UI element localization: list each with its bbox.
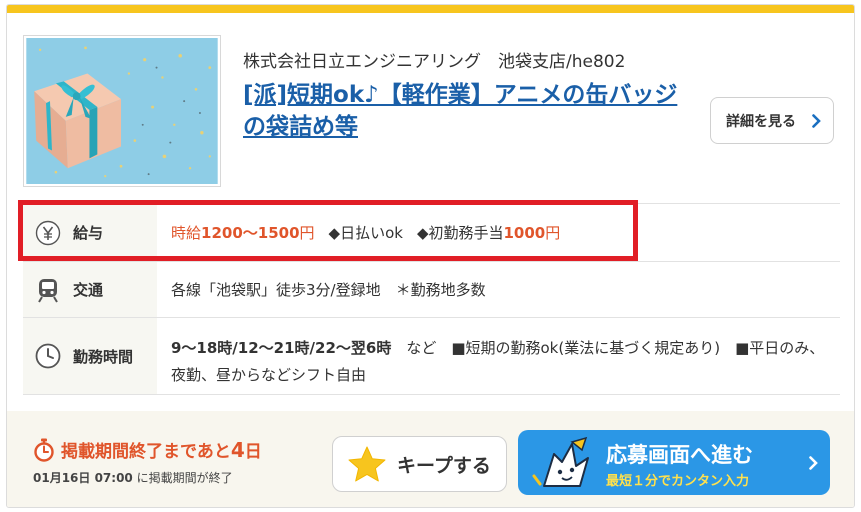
salary-row-head: 給与 — [23, 204, 157, 261]
job-thumbnail[interactable] — [23, 35, 221, 187]
mascot-icon — [532, 436, 589, 487]
hourly-range: 1200〜1500 — [201, 224, 300, 242]
job-card: 株式会社日立エンジニアリング 池袋支店/he802 [派]短期ok♪【軽作業】ア… — [6, 4, 855, 508]
card-footer: 掲載期間終了まであと4日 01月16日 07:00 に掲載期間が終了 キープする… — [7, 411, 854, 507]
access-row-head: 交通 — [23, 262, 157, 317]
hours-value: 9〜18時/12〜21時/22〜翌6時 など ■短期の勤務ok(業法に基づく規定… — [157, 318, 840, 394]
hourly-unit: 円 — [299, 224, 315, 242]
job-info-table: 給与 時給1200〜1500円 ◆日払いok ◆初勤務手当1000円 交通 各線… — [23, 203, 840, 395]
detail-button[interactable]: 詳細を見る — [710, 97, 834, 144]
salary-row: 給与 時給1200〜1500円 ◆日払いok ◆初勤務手当1000円 — [23, 203, 840, 261]
detail-button-label: 詳細を見る — [726, 113, 796, 130]
star-icon — [348, 446, 386, 482]
hourly-prefix: 時給 — [171, 224, 202, 242]
clock-icon — [35, 343, 61, 369]
gift-box-photo-icon — [26, 38, 218, 184]
stopwatch-icon — [34, 438, 54, 462]
hours-label: 勤務時間 — [73, 347, 134, 366]
company-name: 株式会社日立エンジニアリング 池袋支店/he802 — [243, 52, 626, 72]
card-accent-bar — [7, 5, 854, 13]
deadline-text: 掲載期間終了まであと4日 — [61, 437, 262, 462]
access-value: 各線「池袋駅」徒歩3分/登録地 ＊勤務地多数 — [171, 281, 486, 299]
hourly-wage: 時給1200〜1500円 — [171, 222, 315, 243]
deadline-unit: 日 — [244, 442, 262, 462]
deadline-end-date: 01月16日 07:00 に掲載期間が終了 — [33, 469, 233, 486]
job-title-link[interactable]: [派]短期ok♪【軽作業】アニメの缶バッジの袋詰め等 — [243, 79, 693, 143]
access-label: 交通 — [73, 281, 104, 299]
chevron-right-icon — [809, 456, 818, 470]
first-work-bonus-amount: 1000 — [503, 224, 546, 242]
deadline-prefix: 掲載期間終了まであと — [61, 442, 231, 462]
yen-icon — [35, 220, 61, 246]
hours-row-head: 勤務時間 — [23, 318, 157, 394]
first-work-bonus: ◆初勤務手当1000円 — [417, 222, 560, 243]
deadline-notice: 掲載期間終了まであと4日 — [33, 437, 262, 462]
salary-value: 時給1200〜1500円 ◆日払いok ◆初勤務手当1000円 — [157, 204, 840, 261]
chevron-right-icon — [812, 114, 821, 128]
keep-button-label: キープする — [397, 454, 491, 477]
deadline-days: 4 — [230, 438, 245, 462]
daily-pay-perk: ◆日払いok — [328, 224, 403, 242]
apply-button[interactable]: 応募画面へ進む 最短１分でカンタン入力 — [518, 430, 830, 495]
first-work-bonus-unit: 円 — [545, 224, 561, 242]
end-date: 01月16日 07:00 — [33, 471, 133, 485]
train-icon — [35, 277, 61, 303]
salary-label: 給与 — [73, 224, 104, 242]
hours-shifts: 9〜18時/12〜21時/22〜翌6時 — [171, 339, 392, 357]
apply-button-label: 応募画面へ進む — [606, 443, 753, 467]
end-note: に掲載期間が終了 — [132, 471, 233, 485]
first-work-bonus-prefix: ◆初勤務手当 — [416, 224, 504, 242]
hours-row: 勤務時間 9〜18時/12〜21時/22〜翌6時 など ■短期の勤務ok(業法に… — [23, 317, 840, 395]
keep-button[interactable]: キープする — [332, 436, 507, 492]
apply-button-sublabel: 最短１分でカンタン入力 — [606, 474, 750, 489]
access-row: 交通 各線「池袋駅」徒歩3分/登録地 ＊勤務地多数 — [23, 261, 840, 317]
